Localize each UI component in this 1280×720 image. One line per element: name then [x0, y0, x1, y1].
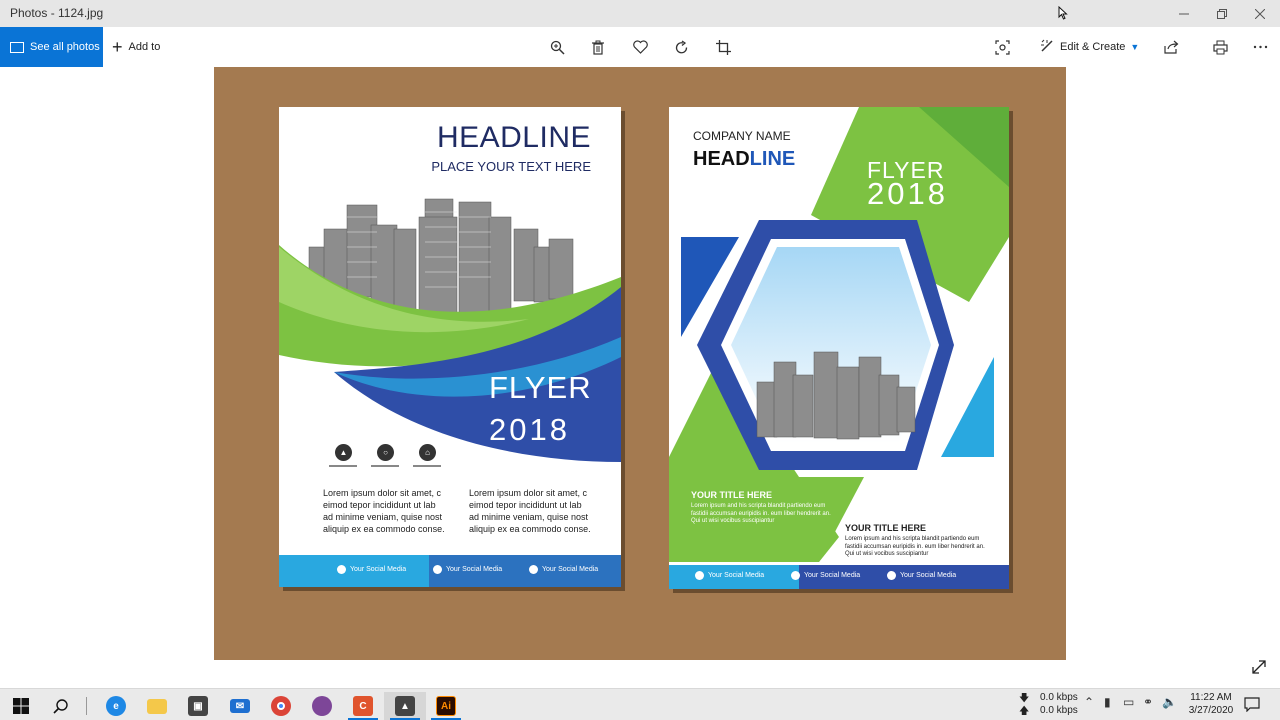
home-icon: ⌂	[419, 444, 436, 461]
social-dot-icon	[695, 571, 704, 580]
taskbar-divider	[86, 697, 87, 715]
share-icon[interactable]	[1162, 38, 1180, 56]
zoom-icon[interactable]	[548, 38, 566, 56]
chevron-up-icon[interactable]: ⌃	[1084, 695, 1094, 709]
store-icon[interactable]: ▣	[177, 692, 219, 720]
window-title: Photos - 1124.jpg	[10, 6, 104, 20]
close-icon[interactable]	[1241, 0, 1279, 27]
flyer-right-social-3: Your Social Media	[887, 571, 956, 580]
headline-part-a: HEAD	[693, 148, 750, 170]
enhance-icon[interactable]	[993, 38, 1011, 56]
globe-icon[interactable]: ⚭	[1143, 695, 1153, 709]
flyer-right-text-2: Lorem ipsum and his scripta blandit part…	[845, 536, 985, 557]
windows-start-icon[interactable]	[0, 692, 42, 720]
social-label: Your Social Media	[708, 572, 765, 579]
volume-icon[interactable]: 🔈	[1162, 695, 1177, 709]
photo-canvas[interactable]: HEADLINE PLACE YOUR TEXT HERE FLYER 2018…	[214, 67, 1066, 660]
mouse-cursor-icon	[1058, 5, 1068, 23]
social-dot-icon	[433, 565, 442, 574]
flyer-left-flyer-text: FLYER	[489, 370, 592, 405]
edit-create-label: Edit & Create	[1060, 41, 1126, 53]
flyer-right-company-name: COMPANY NAME	[693, 129, 791, 143]
clock-date: 3/27/2020	[1188, 705, 1234, 716]
net-down-speed: 0.0 kbps	[1040, 692, 1078, 703]
more-icon[interactable]	[1251, 38, 1269, 56]
social-dot-icon	[887, 571, 896, 580]
plus-icon: +	[112, 37, 123, 57]
restore-icon[interactable]	[1203, 0, 1241, 27]
flyer-right: COMPANY NAME HEADLINE FLYER 2018 YOUR TI…	[669, 107, 1009, 589]
tor-browser-icon[interactable]	[301, 692, 343, 720]
net-up-speed: 0.0 kbps	[1040, 705, 1078, 716]
see-all-photos-label: See all photos	[30, 41, 100, 53]
flyer-left-body-right: Lorem ipsum dolor sit amet, c eimod tepo…	[469, 488, 591, 534]
clock-time: 11:22 AM	[1190, 692, 1232, 703]
mail-icon[interactable]: ✉	[219, 692, 261, 720]
chrome-icon[interactable]	[260, 692, 302, 720]
taskbar: e ▣ ✉ C ▲ Ai 🡇 🡅 0.0 kbps 0.0 kbps ⌃ ▮ ▭ …	[0, 688, 1280, 720]
add-to-button[interactable]: + Add to	[112, 27, 160, 67]
flyer-left-social-2: Your Social Media	[433, 565, 502, 574]
social-label: Your Social Media	[900, 572, 957, 579]
add-to-label: Add to	[128, 41, 161, 53]
minimize-icon[interactable]	[1165, 0, 1203, 27]
social-label: Your Social Media	[804, 572, 861, 579]
print-icon[interactable]	[1211, 38, 1229, 56]
see-all-photos-button[interactable]: See all photos	[0, 27, 103, 67]
social-dot-icon	[529, 565, 538, 574]
social-dot-icon	[791, 571, 800, 580]
rotate-icon[interactable]	[672, 38, 690, 56]
gallery-icon	[10, 41, 24, 53]
flyer-left: HEADLINE PLACE YOUR TEXT HERE FLYER 2018…	[279, 107, 621, 587]
delete-icon[interactable]	[589, 38, 607, 56]
search-icon[interactable]	[40, 692, 82, 720]
flyer-left-social-1: Your Social Media	[337, 565, 406, 574]
headline-part-b: LINE	[749, 148, 796, 170]
flyer-left-social-3: Your Social Media	[529, 565, 598, 574]
social-label: Your Social Media	[446, 566, 503, 573]
notification-icon[interactable]	[1244, 697, 1260, 717]
flyer-left-headline: HEADLINE	[436, 121, 591, 154]
user-icon: ▲	[335, 444, 352, 461]
toolbar: See all photos + Add to Edit & Create ▼	[0, 27, 1280, 67]
search-icon: ○	[377, 444, 394, 461]
favorite-icon[interactable]	[631, 38, 649, 56]
edge-icon[interactable]: e	[95, 692, 137, 720]
social-label: Your Social Media	[350, 566, 407, 573]
illustrator-icon[interactable]: Ai	[425, 692, 467, 720]
system-clock[interactable]: 11:22 AM 3/27/2020	[1186, 691, 1236, 717]
flyer-left-year: 2018	[489, 412, 570, 447]
network-arrows-icon: 🡇 🡅	[1019, 693, 1030, 717]
flyer-left-body-left: Lorem ipsum dolor sit amet, c eimod tepo…	[323, 488, 445, 534]
expand-icon[interactable]	[1251, 659, 1269, 677]
title-bar: Photos - 1124.jpg	[0, 0, 1280, 27]
battery-icon[interactable]: ▭	[1123, 695, 1134, 709]
flyer-right-headline: HEADLINE	[693, 148, 795, 171]
flyer-right-social-2: Your Social Media	[791, 571, 860, 580]
chevron-down-icon: ▼	[1130, 42, 1140, 52]
crop-icon[interactable]	[714, 38, 732, 56]
flyer-right-year: 2018	[867, 176, 948, 211]
flyer-left-subheadline: PLACE YOUR TEXT HERE	[431, 159, 591, 174]
social-dot-icon	[337, 565, 346, 574]
edit-create-button[interactable]: Edit & Create ▼	[1040, 27, 1139, 67]
flyer-right-text-1: Lorem ipsum and his scripta blandit part…	[691, 503, 831, 524]
microphone-icon[interactable]: ▮	[1104, 695, 1111, 709]
flyer-right-social-1: Your Social Media	[695, 571, 764, 580]
social-label: Your Social Media	[542, 566, 599, 573]
photos-icon[interactable]: ▲	[384, 692, 426, 720]
file-explorer-icon[interactable]	[136, 692, 178, 720]
camtasia-icon[interactable]: C	[342, 692, 384, 720]
flyer-right-title-1: YOUR TITLE HERE	[691, 490, 773, 500]
flyer-right-title-2: YOUR TITLE HERE	[845, 523, 927, 533]
edit-create-icon	[1040, 39, 1054, 56]
network-speed[interactable]: 0.0 kbps 0.0 kbps	[1040, 691, 1078, 717]
